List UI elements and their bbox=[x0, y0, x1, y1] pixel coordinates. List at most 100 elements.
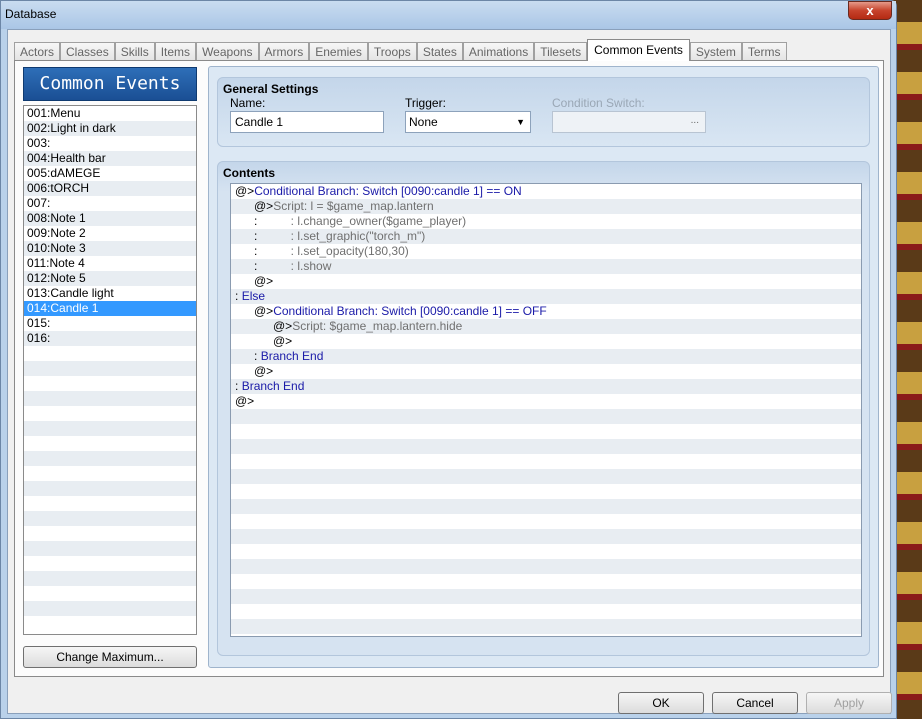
command-row[interactable]: : : l.set_opacity(180,30) bbox=[231, 244, 861, 259]
event-command-list[interactable]: @>Conditional Branch: Switch [0090:candl… bbox=[230, 183, 862, 637]
command-row[interactable]: : Branch End bbox=[231, 349, 861, 364]
command-text: Script: l = $game_map.lantern bbox=[273, 199, 434, 213]
empty-row bbox=[24, 496, 196, 511]
tab-animations[interactable]: Animations bbox=[462, 42, 535, 61]
cancel-button[interactable]: Cancel bbox=[712, 692, 798, 714]
empty-row bbox=[231, 619, 861, 634]
tab-skills[interactable]: Skills bbox=[114, 42, 155, 61]
tab-armors[interactable]: Armors bbox=[258, 42, 310, 61]
empty-row bbox=[231, 529, 861, 544]
list-item[interactable]: 008:Note 1 bbox=[24, 211, 196, 226]
command-row[interactable]: @>Script: l = $game_map.lantern bbox=[231, 199, 861, 214]
tab-tilesets[interactable]: Tilesets bbox=[534, 42, 588, 61]
command-text: Branch End bbox=[241, 379, 305, 393]
empty-row bbox=[231, 484, 861, 499]
command-row[interactable]: @> bbox=[231, 394, 861, 409]
command-marker: @> bbox=[273, 319, 293, 333]
list-item[interactable]: 004:Health bar bbox=[24, 151, 196, 166]
command-row[interactable]: : : l.change_owner($game_player) bbox=[231, 214, 861, 229]
tab-enemies[interactable]: Enemies bbox=[309, 42, 368, 61]
list-item[interactable]: 003: bbox=[24, 136, 196, 151]
empty-row bbox=[24, 601, 196, 616]
command-text: Conditional Branch: Switch [0090:candle … bbox=[254, 184, 522, 198]
tab-classes[interactable]: Classes bbox=[60, 42, 115, 61]
list-item[interactable]: 013:Candle light bbox=[24, 286, 196, 301]
list-item[interactable]: 002:Light in dark bbox=[24, 121, 196, 136]
window-title: Database bbox=[5, 7, 57, 21]
general-settings-title: General Settings bbox=[223, 82, 319, 96]
tab-weapons[interactable]: Weapons bbox=[196, 42, 259, 61]
empty-row bbox=[24, 406, 196, 421]
command-text: : l.change_owner($game_player) bbox=[257, 214, 467, 228]
list-item[interactable]: 014:Candle 1 bbox=[24, 301, 196, 316]
command-row[interactable]: @>Conditional Branch: Switch [0090:candl… bbox=[231, 304, 861, 319]
command-row[interactable]: @>Conditional Branch: Switch [0090:candl… bbox=[231, 184, 861, 199]
name-label: Name: bbox=[230, 96, 266, 110]
condition-switch-label: Condition Switch: bbox=[552, 96, 645, 110]
command-text: : l.set_opacity(180,30) bbox=[257, 244, 409, 258]
list-item[interactable]: 010:Note 3 bbox=[24, 241, 196, 256]
command-text: Conditional Branch: Switch [0090:candle … bbox=[273, 304, 547, 318]
command-marker: @> bbox=[254, 199, 274, 213]
command-row[interactable]: : Branch End bbox=[231, 379, 861, 394]
empty-row bbox=[231, 409, 861, 424]
empty-row bbox=[24, 451, 196, 466]
list-item[interactable]: 015: bbox=[24, 316, 196, 331]
event-list[interactable]: 001:Menu 002:Light in dark 003: 004:Health … bbox=[23, 105, 197, 635]
title-bar: Database x bbox=[1, 1, 896, 29]
tab-items[interactable]: Items bbox=[154, 42, 197, 61]
empty-row bbox=[231, 454, 861, 469]
empty-row bbox=[24, 421, 196, 436]
tab-terms[interactable]: Terms bbox=[741, 42, 787, 61]
command-row[interactable]: : Else bbox=[231, 289, 861, 304]
list-item[interactable]: 012:Note 5 bbox=[24, 271, 196, 286]
name-field[interactable]: Candle 1 bbox=[230, 111, 384, 133]
empty-row bbox=[231, 439, 861, 454]
list-item[interactable]: 005:dAMEGE bbox=[24, 166, 196, 181]
empty-row bbox=[24, 586, 196, 601]
tab-troops[interactable]: Troops bbox=[367, 42, 417, 61]
empty-row bbox=[24, 556, 196, 571]
contents-title: Contents bbox=[223, 166, 275, 180]
empty-row bbox=[231, 559, 861, 574]
apply-button[interactable]: Apply bbox=[806, 692, 892, 714]
list-item[interactable]: 016: bbox=[24, 331, 196, 346]
command-marker: @> bbox=[254, 304, 274, 318]
ok-button[interactable]: OK bbox=[618, 692, 704, 714]
command-row[interactable]: : : l.show bbox=[231, 259, 861, 274]
empty-row bbox=[231, 544, 861, 559]
command-row[interactable]: @> bbox=[231, 364, 861, 379]
trigger-select[interactable]: None ▼ bbox=[405, 111, 531, 133]
empty-row bbox=[231, 424, 861, 439]
command-marker: @> bbox=[254, 364, 274, 378]
change-maximum-button[interactable]: Change Maximum... bbox=[23, 646, 197, 668]
tab-panel-common-events: Common Events 001:Menu 002:Light in dark 0… bbox=[14, 60, 884, 677]
command-row[interactable]: @> bbox=[231, 274, 861, 289]
list-item[interactable]: 009:Note 2 bbox=[24, 226, 196, 241]
empty-row bbox=[231, 469, 861, 484]
condition-switch-field[interactable]: ... bbox=[552, 111, 706, 133]
empty-row bbox=[24, 511, 196, 526]
tab-system[interactable]: System bbox=[689, 42, 742, 61]
close-button[interactable]: x bbox=[848, 1, 892, 20]
list-item[interactable]: 007: bbox=[24, 196, 196, 211]
general-settings-group: General Settings Name: Candle 1 Trigger:… bbox=[217, 77, 870, 147]
command-marker: @> bbox=[235, 394, 255, 408]
empty-row bbox=[231, 604, 861, 619]
tab-bar: Actors Classes Skills Items Weapons Armors Ene… bbox=[14, 39, 787, 61]
list-item[interactable]: 011:Note 4 bbox=[24, 256, 196, 271]
tab-actors[interactable]: Actors bbox=[14, 42, 61, 61]
command-row[interactable]: @> bbox=[231, 334, 861, 349]
command-text: : l.show bbox=[257, 259, 332, 273]
tab-states[interactable]: States bbox=[416, 42, 463, 61]
empty-row bbox=[24, 466, 196, 481]
empty-row bbox=[24, 391, 196, 406]
list-item[interactable]: 001:Menu bbox=[24, 106, 196, 121]
command-text: Branch End bbox=[260, 349, 324, 363]
empty-row bbox=[231, 499, 861, 514]
command-row[interactable]: @>Script: $game_map.lantern.hide bbox=[231, 319, 861, 334]
command-row[interactable]: : : l.set_graphic("torch_m") bbox=[231, 229, 861, 244]
empty-row bbox=[231, 589, 861, 604]
list-item[interactable]: 006:tORCH bbox=[24, 181, 196, 196]
tab-common-events[interactable]: Common Events bbox=[587, 39, 690, 61]
